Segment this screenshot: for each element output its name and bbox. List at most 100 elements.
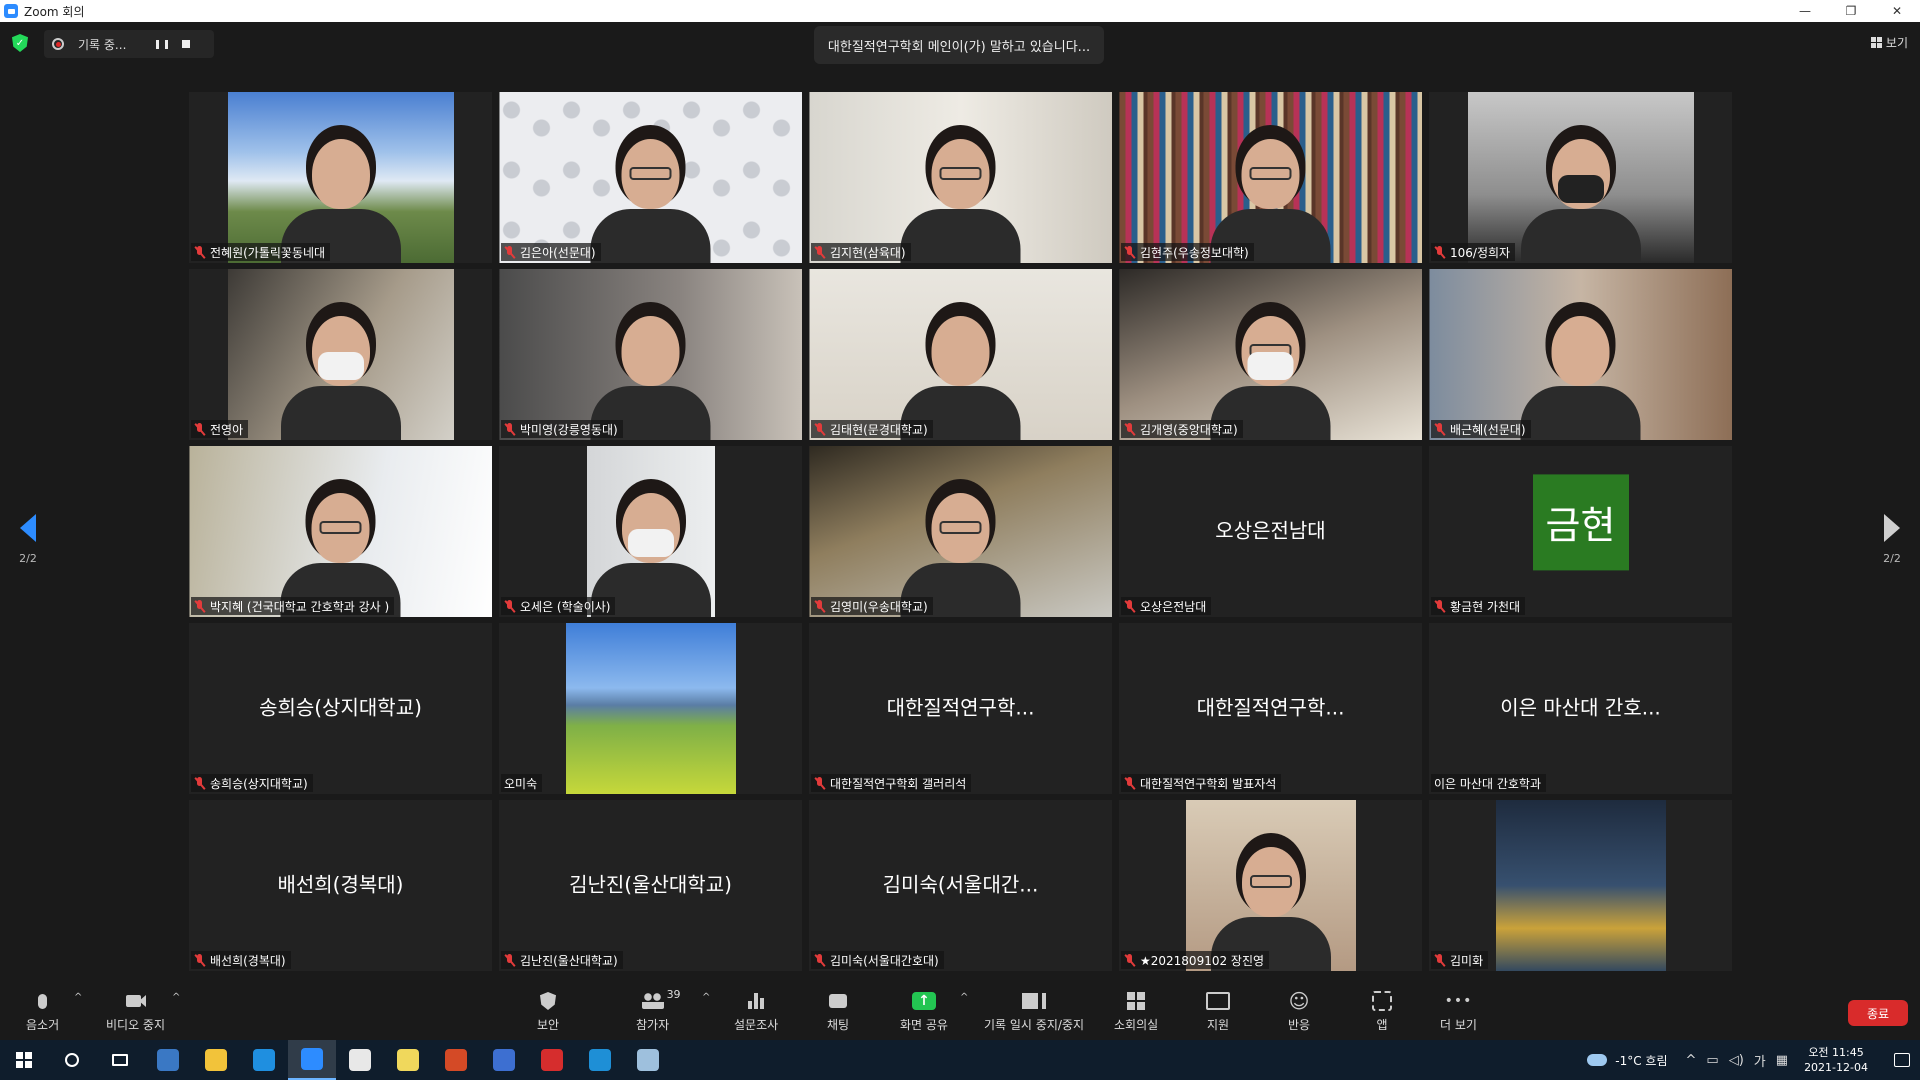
zoom-app-icon [4,4,18,18]
restore-button[interactable]: ❐ [1828,0,1874,22]
pause-recording-button[interactable]: 기록 일시 중지/중지 [984,990,1084,1033]
muted-microphone-icon [194,245,206,259]
taskbar-app-icon-8[interactable] [480,1040,528,1080]
microphone-icon [31,990,55,1012]
participant-name: 오미숙 [504,776,538,791]
muted-microphone-icon [1124,599,1136,613]
taskbar-app-icon-10[interactable] [576,1040,624,1080]
windows-start-icon[interactable] [0,1040,48,1080]
participants-button[interactable]: 39 참가자 [636,988,681,1033]
share-options-caret-icon[interactable]: ^ [960,992,968,1003]
participant-tile[interactable]: 김영미(우송대학교) [809,446,1112,617]
network-icon[interactable]: ▭ [1706,1053,1718,1068]
participant-tile[interactable]: 박미영(강릉영동대) [499,269,802,440]
more-button[interactable]: 더 보기 [1440,990,1477,1033]
encryption-shield-icon[interactable] [12,34,28,52]
reactions-button[interactable]: 반응 [1287,990,1311,1033]
mute-button[interactable]: 음소거 [26,990,59,1033]
participant-name: 황금현 가천대 [1450,599,1521,614]
participant-tile[interactable]: 대한질적연구학... 대한질적연구학회 발표자석 [1119,623,1422,794]
stop-video-button[interactable]: 비디오 중지 [106,990,165,1033]
video-options-caret-icon[interactable]: ^ [172,992,180,1003]
notification-center-icon[interactable] [1884,1040,1920,1080]
support-button[interactable]: 지원 [1206,990,1230,1033]
acrobat-reader-icon[interactable] [528,1040,576,1080]
arrow-left-icon [20,514,36,542]
powerpoint-icon[interactable] [432,1040,480,1080]
chevron-up-icon[interactable]: ^ [1686,1053,1697,1068]
end-meeting-button[interactable]: 종료 [1848,1000,1908,1026]
taskbar-app-icon-1[interactable] [144,1040,192,1080]
weather-text[interactable]: -1°C 흐림 [1615,1052,1667,1069]
participant-tile[interactable]: 배선희(경복대) 배선희(경복대) [189,800,492,971]
participant-tile[interactable]: 오상은전남대 오상은전남대 [1119,446,1422,617]
participant-tile[interactable]: 대한질적연구학... 대한질적연구학회 갤러리석 [809,623,1112,794]
taskbar-app-icon-5[interactable] [336,1040,384,1080]
audio-options-caret-icon[interactable]: ^ [74,992,82,1003]
minimize-button[interactable]: — [1782,0,1828,22]
participant-tile[interactable]: 김태현(문경대학교) [809,269,1112,440]
participant-tile[interactable]: 박지혜 (건국대학교 간호학과 강사 ) [189,446,492,617]
head [621,493,680,563]
participant-tile[interactable]: 전혜원(가톨릭꽃동네대 [189,92,492,263]
view-button[interactable]: 보기 [1870,34,1908,51]
participant-name: 김영미(우송대학교) [830,599,928,614]
next-page-button[interactable]: 2/2 [1872,514,1912,565]
polls-button[interactable]: 설문조사 [734,990,778,1033]
participant-grid: 전혜원(가톨릭꽃동네대 김은아(선문대) 김지현(삼육대) 김현주(우송정보대학) 10… [189,92,1732,971]
participant-tile[interactable]: ★2021809102 장진영 [1119,800,1422,971]
participant-nametag: 배선희(경복대) [191,951,291,969]
video-feed [809,446,1112,617]
recording-indicator: 기록 중... [44,30,214,58]
participant-tile[interactable]: 김지현(삼육대) [809,92,1112,263]
head [1241,316,1300,386]
participant-tile[interactable]: 김미숙(서울대간... 김미숙(서울대간호대) [809,800,1112,971]
stop-recording-icon[interactable] [180,38,192,50]
previous-page-button[interactable]: 2/2 [8,514,48,565]
participant-tile[interactable]: 전영아 [189,269,492,440]
participant-tile[interactable]: 김은아(선문대) [499,92,802,263]
participant-tile[interactable]: 배근혜(선문대) [1429,269,1732,440]
internet-explorer-icon[interactable] [240,1040,288,1080]
participant-tile[interactable]: 송희승(상지대학교) 송희승(상지대학교) [189,623,492,794]
close-button[interactable]: ✕ [1874,0,1920,22]
chat-button[interactable]: 채팅 [826,990,850,1033]
cloud-weather-icon[interactable] [1587,1054,1608,1066]
participants-options-caret-icon[interactable]: ^ [702,992,710,1003]
taskbar-app-icon-6[interactable] [384,1040,432,1080]
participant-tile[interactable]: 김난진(울산대학교) 김난진(울산대학교) [499,800,802,971]
participant-nametag: 배근혜(선문대) [1431,420,1531,438]
participant-name: 김지현(삼육대) [830,245,906,260]
participant-name: 김미화 [1450,953,1484,968]
security-button[interactable]: 보안 [536,990,560,1033]
share-screen-button[interactable]: 화면 공유 [900,990,948,1033]
video-feed [499,92,802,263]
keyboard-icon[interactable]: ▦ [1776,1053,1788,1068]
participant-tile[interactable]: 오미숙 [499,623,802,794]
participant-tile[interactable]: 106/정희자 [1429,92,1732,263]
apps-button[interactable]: 앱 [1370,990,1394,1033]
participant-tile[interactable]: 김미화 [1429,800,1732,971]
participant-tile[interactable]: 오세은 (학술이사) [499,446,802,617]
more-dots-icon [1446,990,1470,1012]
participants-count: 39 [666,988,681,1001]
file-explorer-icon[interactable] [192,1040,240,1080]
taskbar-app-icon-11[interactable] [624,1040,672,1080]
volume-icon[interactable]: ◁) [1729,1053,1744,1068]
participant-tile[interactable]: 금현 황금현 가천대 [1429,446,1732,617]
breakout-rooms-button[interactable]: 소회의실 [1114,990,1158,1033]
pause-recording-icon[interactable] [156,38,168,50]
search-icon[interactable] [48,1040,96,1080]
task-view-icon[interactable] [96,1040,144,1080]
participant-tile[interactable]: 김개영(중앙대학교) [1119,269,1422,440]
zoom-taskbar-icon[interactable] [288,1040,336,1080]
participant-tile[interactable]: 김현주(우송정보대학) [1119,92,1422,263]
body [590,209,711,263]
clock[interactable]: 오전 11:45 2021-12-04 [1804,1045,1868,1075]
body [1520,209,1641,263]
ime-indicator[interactable]: 가 [1754,1051,1766,1070]
muted-microphone-icon [194,599,206,613]
participant-tile[interactable]: 이은 마산대 간호... 이은 마산대 간호학과 [1429,623,1732,794]
support-screen-icon [1206,990,1230,1012]
chat-bubble-icon [826,990,850,1012]
